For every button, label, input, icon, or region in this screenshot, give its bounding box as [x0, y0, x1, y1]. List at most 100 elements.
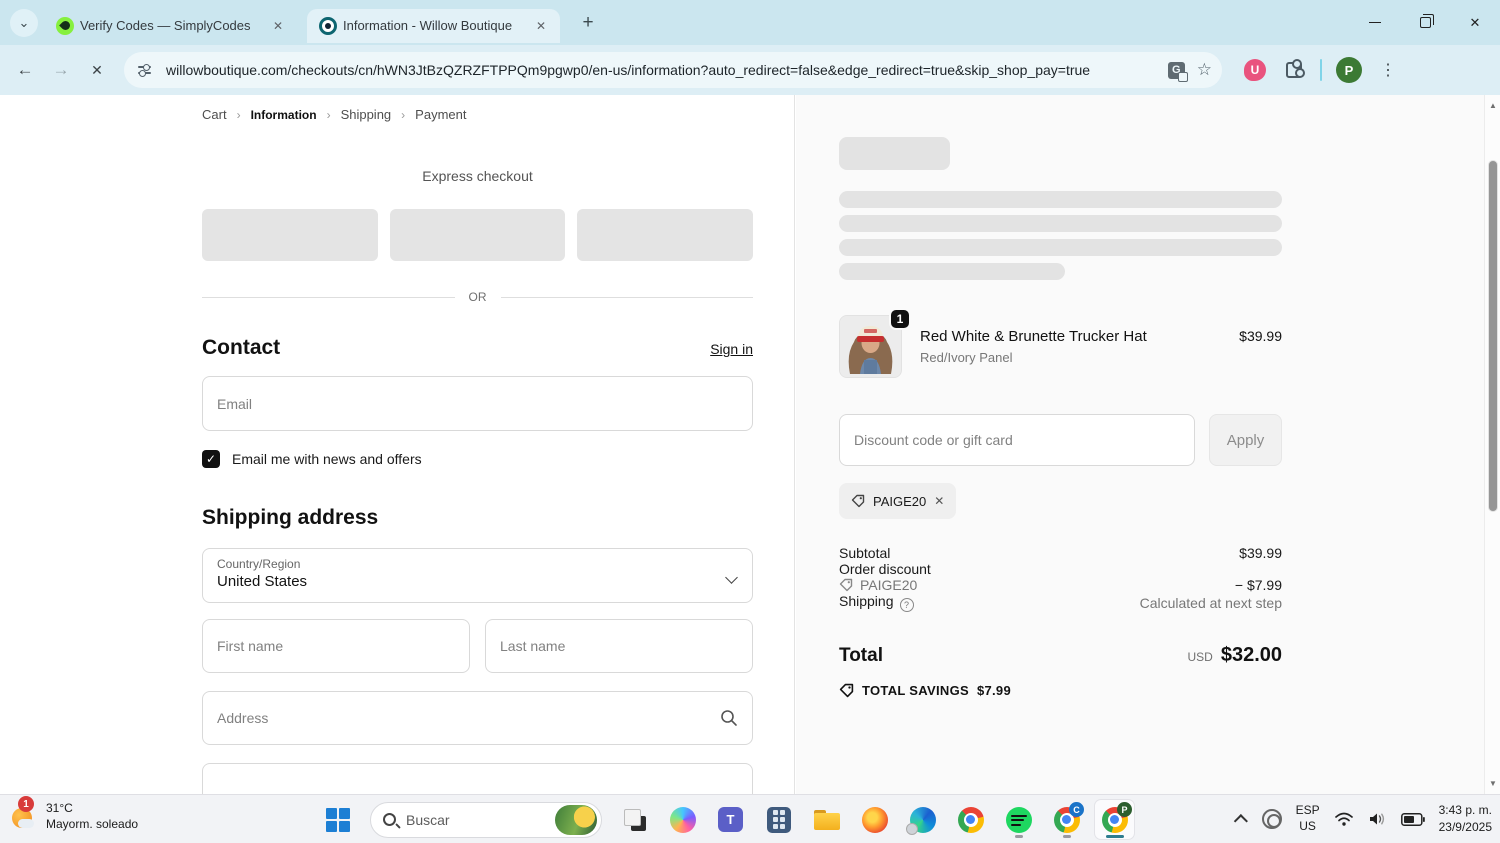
time: 3:43 p. m.: [1438, 803, 1492, 818]
search-placeholder: Buscar: [406, 811, 450, 828]
breadcrumb-shipping: Shipping: [340, 107, 392, 122]
total-value: $32.00: [1220, 644, 1282, 666]
teams-icon: T: [718, 807, 743, 832]
new-tab-button[interactable]: +: [574, 9, 602, 37]
country-select[interactable]: Country/Region United States: [202, 548, 753, 603]
spotify-button[interactable]: [999, 800, 1038, 839]
start-button[interactable]: [318, 800, 357, 839]
teams-button[interactable]: T: [711, 800, 750, 839]
toolbar-separator: [1320, 59, 1322, 81]
apartment-field-partial[interactable]: [202, 763, 753, 794]
url-text[interactable]: willowboutique.com/checkouts/cn/hWN3JtBz…: [166, 62, 1168, 78]
edge-button[interactable]: [903, 800, 942, 839]
scroll-down-icon[interactable]: ▼: [1485, 779, 1500, 788]
profile-c-badge: C: [1069, 802, 1084, 817]
total-label: Total: [839, 645, 883, 666]
scrollbar-thumb[interactable]: [1488, 160, 1498, 512]
subtotal-label: Subtotal: [839, 545, 891, 561]
stop-loading-button[interactable]: ✕: [82, 55, 112, 85]
discount-code-field[interactable]: Discount code or gift card: [839, 414, 1195, 466]
express-button-skeleton[interactable]: [202, 209, 378, 261]
firefox-button[interactable]: [855, 800, 894, 839]
weather-widget[interactable]: 1 31°C Mayorm. soleado: [10, 796, 138, 832]
window-restore-button[interactable]: [1400, 0, 1450, 45]
order-summary-column: 1 Red White & Brunette Trucker Hat $39.9…: [796, 95, 1484, 794]
checkout-form-column: Cart › Information › Shipping › Payment …: [0, 95, 795, 794]
battery-icon[interactable]: [1400, 812, 1425, 826]
chrome-icon: [957, 806, 984, 833]
tag-icon: [839, 578, 853, 592]
breadcrumb-cart[interactable]: Cart: [202, 107, 227, 122]
ublock-extension-icon[interactable]: U: [1244, 59, 1266, 81]
extensions-puzzle-icon[interactable]: [1286, 59, 1305, 78]
email-field[interactable]: Email: [202, 376, 753, 431]
search-icon: [383, 813, 396, 826]
express-button-skeleton[interactable]: [577, 209, 754, 261]
last-name-placeholder: Last name: [500, 638, 566, 654]
address-bar[interactable]: willowboutique.com/checkouts/cn/hWN3JtBz…: [124, 52, 1222, 88]
breadcrumb: Cart › Information › Shipping › Payment: [202, 107, 753, 122]
translate-icon[interactable]: G: [1167, 61, 1188, 82]
copilot-button[interactable]: [663, 800, 702, 839]
back-button[interactable]: ←: [10, 55, 40, 85]
chrome-profile-c-button[interactable]: C: [1047, 800, 1086, 839]
clock[interactable]: 3:43 p. m. 23/9/2025: [1439, 802, 1492, 836]
chrome-profile-p-button[interactable]: P: [1095, 800, 1134, 839]
apply-button[interactable]: Apply: [1209, 414, 1282, 466]
window-close-button[interactable]: ✕: [1450, 0, 1500, 45]
or-divider: OR: [202, 290, 753, 304]
weather-icon: 1: [10, 796, 38, 830]
simplycodes-favicon-icon: [56, 16, 74, 35]
file-explorer-button[interactable]: [807, 800, 846, 839]
bookmark-star-icon[interactable]: ☆: [1197, 60, 1212, 80]
notification-badge: 1: [18, 796, 34, 813]
remove-discount-icon[interactable]: ✕: [934, 494, 944, 508]
taskbar-search[interactable]: Buscar: [370, 801, 602, 838]
express-checkout-buttons: [202, 209, 754, 261]
tab-search-button[interactable]: ⌄: [10, 8, 38, 37]
shipping-address-heading: Shipping address: [202, 506, 379, 529]
squares-app-icon: [623, 808, 646, 831]
layout-code: US: [1299, 819, 1316, 833]
forward-button[interactable]: →: [46, 55, 76, 85]
cart-line-item: 1 Red White & Brunette Trucker Hat $39.9…: [839, 308, 1282, 378]
tray-expand-icon[interactable]: [1233, 814, 1248, 829]
tray-app-icon[interactable]: [1261, 809, 1282, 829]
summary-title-skeleton: [839, 137, 950, 170]
wifi-icon[interactable]: [1334, 811, 1354, 827]
desktop-app-button[interactable]: [615, 800, 654, 839]
tab-willow-boutique[interactable]: Information - Willow Boutique ✕: [307, 8, 560, 43]
window-minimize-button[interactable]: [1350, 0, 1400, 45]
tag-icon: [839, 683, 854, 698]
volume-icon[interactable]: [1368, 811, 1387, 827]
summary-skeleton-bar: [839, 263, 1065, 280]
tab-title: Information - Willow Boutique: [343, 18, 513, 33]
tab-close-icon[interactable]: ✕: [532, 17, 550, 35]
willow-favicon-icon: [319, 16, 337, 35]
sign-in-link[interactable]: Sign in: [710, 341, 753, 357]
keyboard-layout[interactable]: ESP US: [1296, 803, 1320, 834]
email-placeholder: Email: [217, 395, 253, 412]
summary-skeleton-bar: [839, 191, 1282, 208]
last-name-field[interactable]: Last name: [485, 619, 753, 673]
newsletter-checkbox[interactable]: ✓: [202, 450, 220, 468]
search-daily-image[interactable]: [555, 804, 597, 835]
express-button-skeleton[interactable]: [389, 209, 566, 261]
shipping-help-icon[interactable]: ?: [899, 598, 914, 612]
tab-simplycodes[interactable]: Verify Codes — SimplyCodes ✕: [44, 9, 297, 43]
tab-close-icon[interactable]: ✕: [269, 17, 287, 35]
folder-icon: [813, 809, 840, 830]
site-settings-icon[interactable]: [138, 63, 154, 77]
calculator-button[interactable]: [759, 800, 798, 839]
address-field[interactable]: Address: [202, 691, 753, 745]
window-controls: ✕: [1350, 0, 1500, 45]
chrome-button[interactable]: [951, 800, 990, 839]
profile-avatar[interactable]: P: [1336, 57, 1362, 83]
tag-icon: [851, 494, 865, 508]
page-scrollbar[interactable]: ▲ ▼: [1484, 95, 1500, 794]
browser-menu-icon[interactable]: ⋮: [1380, 60, 1396, 80]
scroll-up-icon[interactable]: ▲: [1485, 101, 1500, 110]
discount-chip: PAIGE20 ✕: [839, 483, 957, 519]
first-name-field[interactable]: First name: [202, 619, 470, 673]
quantity-badge: 1: [889, 308, 911, 330]
